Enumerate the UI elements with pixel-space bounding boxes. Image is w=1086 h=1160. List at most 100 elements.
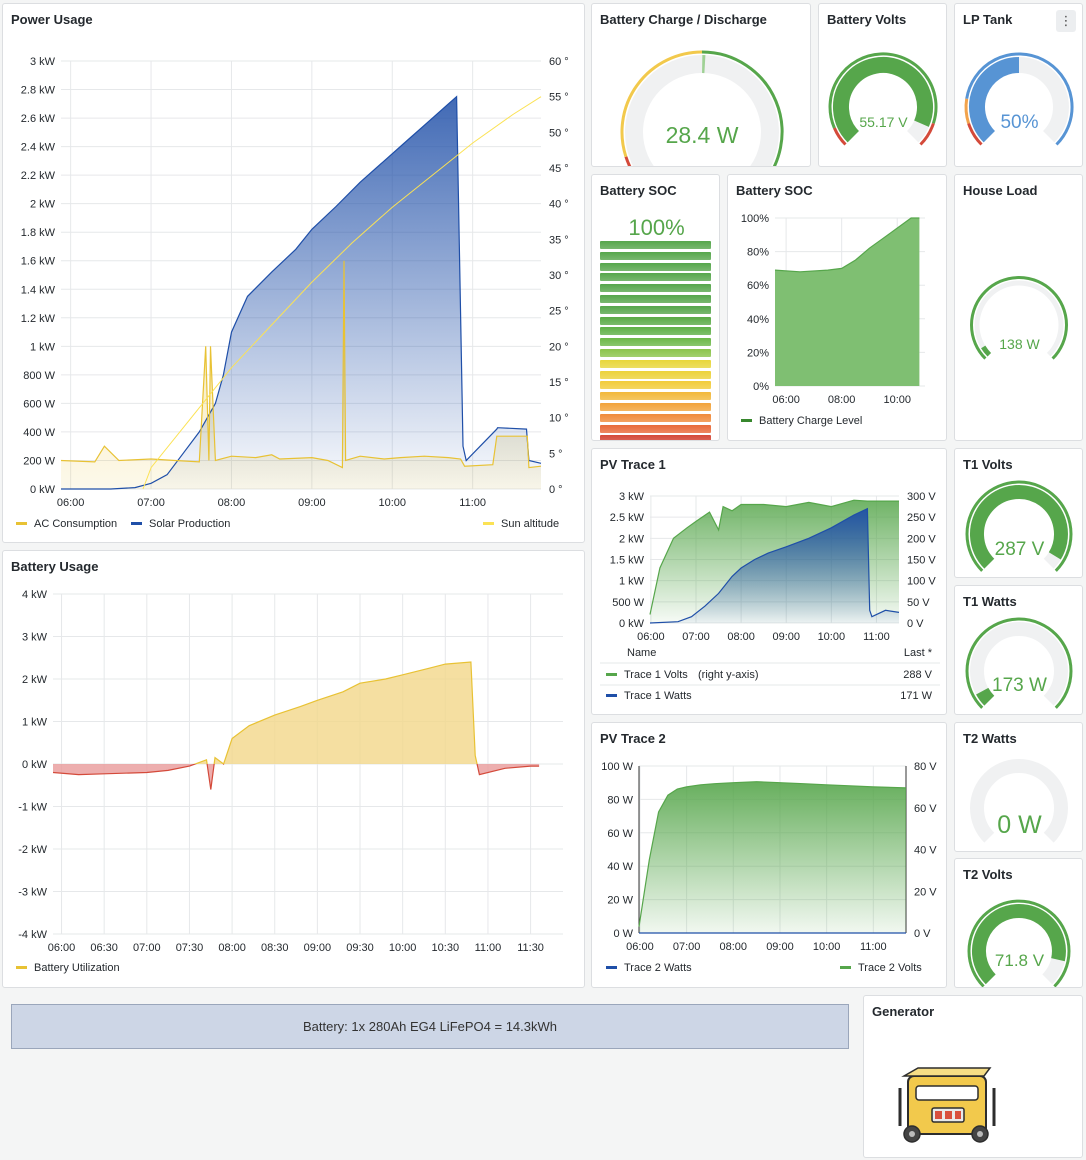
x-tick-label: 07:00 <box>137 497 165 509</box>
legend-label: Battery Utilization <box>34 962 120 974</box>
battery-usage-chart[interactable]: -4 kW -3 kW -2 kW -1 kW 0 kW 1 kW 2 kW 3 kW 4 kW… <box>3 551 585 988</box>
pv-trace2-panel: PV Trace 2 0 W 20 W 40 W 60 W 80 W 100 W0 V 20… <box>591 722 947 988</box>
y-tick-label: 1.2 kW <box>21 313 56 325</box>
t1-volts-panel: T1 Volts 287 V <box>954 448 1083 578</box>
y-tick-label: 200 W <box>23 455 55 467</box>
gauge-track <box>625 55 779 166</box>
soc-bar-segment <box>600 392 711 401</box>
x-tick-label: 07:30 <box>176 942 204 954</box>
y-tick-label: 80 W <box>607 794 633 806</box>
y2-tick-label: 30 ° <box>549 270 569 282</box>
y2-tick-label: 50 ° <box>549 127 569 139</box>
solar-production-area <box>61 96 541 489</box>
legend-last-value: 288 V <box>903 669 932 681</box>
x-tick-label: 10:00 <box>813 941 841 953</box>
y2-tick-label: 35 ° <box>549 234 569 246</box>
legend-label: Trace 1 Volts <box>624 669 688 681</box>
battery-volts-gauge <box>828 52 938 146</box>
x-tick-label: 06:00 <box>637 631 665 643</box>
y-tick-label: 100% <box>741 213 769 225</box>
y-tick-label: 2.2 kW <box>21 170 56 182</box>
y2-tick-label: 300 V <box>907 491 936 503</box>
pv-trace1-chart[interactable]: 0 kW 500 W 1 kW 1.5 kW 2 kW 2.5 kW 3 kW 0 V 50 V… <box>592 449 947 715</box>
battery-charge-panel: Battery Charge / Discharge 28.4 W <box>591 3 811 167</box>
y-tick-label: 500 W <box>612 597 644 609</box>
soc-bar-segment <box>600 381 711 390</box>
y2-tick-label: 250 V <box>907 512 936 524</box>
legend-label: Trace 2 Watts <box>624 962 692 974</box>
y-tick-label: -1 kW <box>18 802 47 814</box>
x-tick-label: 07:00 <box>673 941 701 953</box>
y-tick-label: 0 kW <box>22 759 48 771</box>
legend-label: Trace 2 Volts <box>858 962 922 974</box>
soc-bar-segment <box>600 338 711 347</box>
y2-tick-label: 40 ° <box>549 199 569 211</box>
battery-usage-panel: Battery Usage -4 kW -3 kW -2 kW -1 kW 0 kW 1 … <box>2 550 585 988</box>
y2-tick-label: 50 V <box>907 597 930 609</box>
legend-swatch <box>16 522 27 525</box>
y-tick-label: 0 kW <box>30 484 56 496</box>
x-tick-label: 08:00 <box>727 631 755 643</box>
t2-volts-panel: T2 Volts 71.8 V <box>954 858 1083 988</box>
y-tick-label: 2.4 kW <box>21 142 56 154</box>
soc-bar-segment <box>600 435 711 440</box>
y2-tick-label: 80 V <box>914 761 937 773</box>
y-tick-label: 60% <box>747 280 769 292</box>
battery-soc-bar-panel: Battery SOC 100% <box>591 174 720 441</box>
y-tick-label: 2 kW <box>22 674 48 686</box>
x-tick-label: 11:30 <box>517 942 544 954</box>
y-tick-label: 1 kW <box>30 341 56 353</box>
legend-swatch <box>606 673 617 676</box>
x-tick-label: 11:00 <box>860 941 887 953</box>
y2-tick-label: 0 V <box>907 618 924 630</box>
x-tick-label: 08:30 <box>261 942 289 954</box>
x-tick-label: 06:00 <box>57 497 85 509</box>
y2-tick-label: 5 ° <box>549 448 563 460</box>
y-tick-label: 800 W <box>23 370 55 382</box>
y2-tick-label: 55 ° <box>549 92 569 104</box>
y-tick-label: -2 kW <box>18 844 47 856</box>
pv-trace1-panel: PV Trace 1 0 kW 500 W1 kW 1.5 kW 2 kW 2.5 kW… <box>591 448 947 715</box>
x-tick-label: 09:00 <box>304 942 332 954</box>
lp-tank-panel: LP Tank ⋮ 50% <box>954 3 1083 167</box>
gauge-value: 71.8 V <box>994 951 1045 970</box>
y-tick-label: 3 kW <box>619 491 645 503</box>
x-tick-label: 10:00 <box>883 394 911 406</box>
legend-label: Sun altitude <box>501 518 559 530</box>
gauge-value: 0 W <box>997 811 1042 839</box>
t1-watts-panel: T1 Watts 173 W <box>954 585 1083 715</box>
battery-soc-chart-panel: Battery SOC 0% 20% 40% 60% 80% 100% 06:00 08:00… <box>727 174 947 441</box>
y2-tick-label: 20 ° <box>549 341 569 353</box>
y-tick-label: 1 kW <box>22 717 48 729</box>
legend-swatch <box>16 966 27 969</box>
x-tick-label: 10:00 <box>818 631 846 643</box>
generator-icon <box>898 1067 996 1143</box>
gauge-value: 55.17 V <box>859 114 908 130</box>
y2-tick-label: 0 ° <box>549 484 563 496</box>
y-tick-label: 2.8 kW <box>21 85 56 97</box>
gauge-value: 50% <box>1000 112 1039 133</box>
soc-bar-segment <box>600 424 711 433</box>
power-usage-chart[interactable]: 0 kW 200 W 400 W 600 W 800 W 1 kW 1.2 kW 1.4 kW… <box>3 4 585 543</box>
legend-swatch <box>606 966 617 969</box>
battery-soc-chart[interactable]: 0%20%40%60%80%100%06:00 08:00 10:00Battery… <box>728 175 947 441</box>
pv-trace2-chart[interactable]: 0 W 20 W 40 W 60 W 80 W 100 W 0 V 20 V 40 V 60 V 8… <box>592 723 947 988</box>
x-tick-label: 08:00 <box>218 942 246 954</box>
y-tick-label: 20% <box>747 347 769 359</box>
battery-info-banner: Battery: 1x 280Ah EG4 LiFePO4 = 14.3kWh <box>11 1004 849 1049</box>
legend-label: Trace 1 Watts <box>624 690 692 702</box>
banner-text: Battery: 1x 280Ah EG4 LiFePO4 = 14.3kWh <box>303 1019 557 1034</box>
soc-bar-segment <box>600 327 711 336</box>
y2-tick-label: 200 V <box>907 533 936 545</box>
y2-tick-label: 60 ° <box>549 56 569 68</box>
y-tick-label: 100 W <box>601 761 633 773</box>
x-tick-label: 08:00 <box>720 941 748 953</box>
legend-swatch <box>483 522 494 525</box>
legend-label: Battery Charge Level <box>759 415 862 427</box>
t2-watts-panel: T2 Watts 0 W <box>954 722 1083 852</box>
soc-bar-segment <box>600 403 711 411</box>
y-tick-label: 600 W <box>23 398 55 410</box>
y2-tick-label: 25 ° <box>549 306 569 318</box>
soc-bar-segment <box>600 370 711 379</box>
y-tick-label: 2 kW <box>30 199 56 211</box>
